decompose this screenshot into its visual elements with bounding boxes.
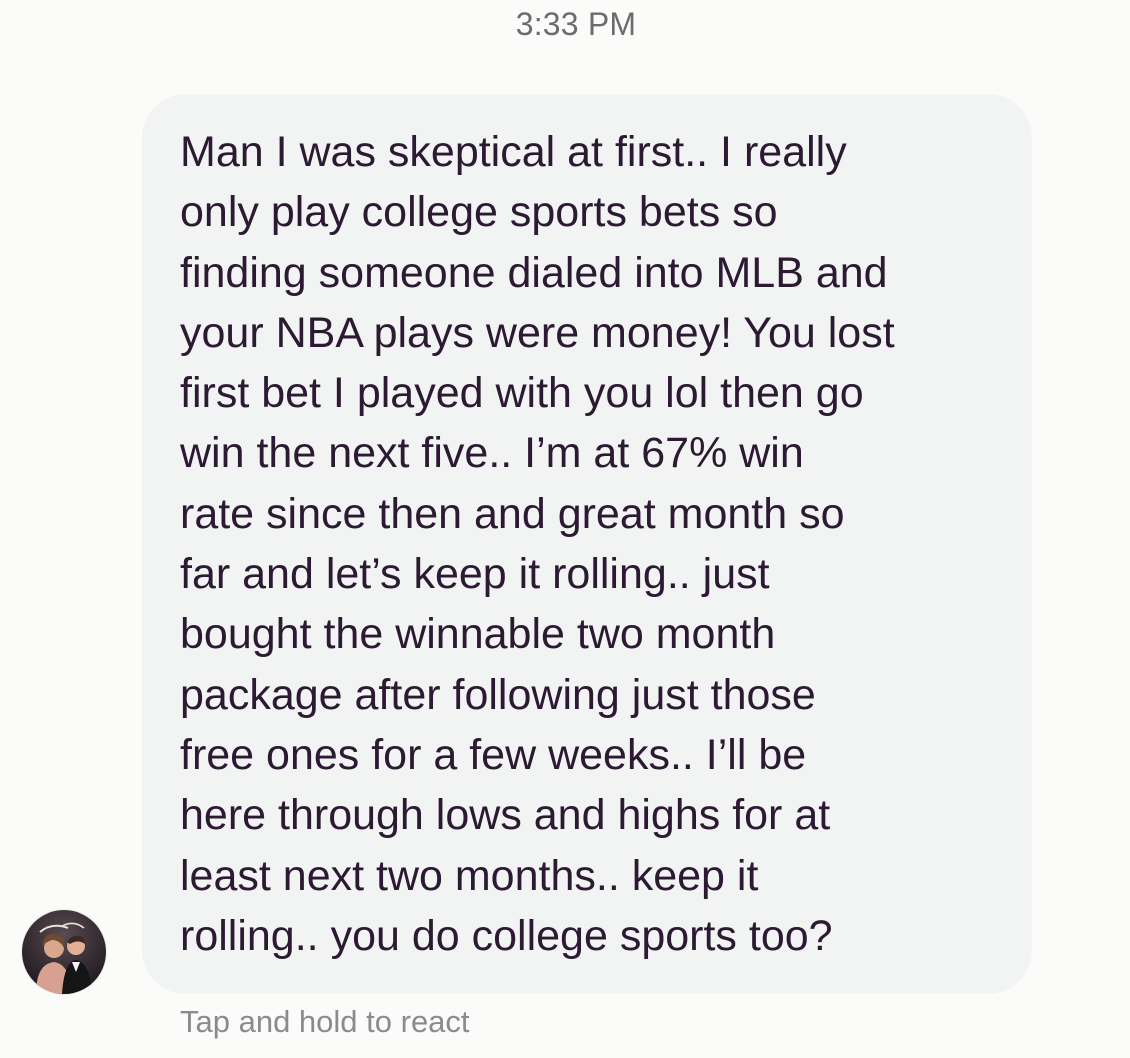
message-text: Man I was skeptical at first.. I really … xyxy=(180,128,895,960)
react-hint: Tap and hold to react xyxy=(180,1004,470,1039)
avatar-photo-icon xyxy=(22,910,106,994)
sender-avatar[interactable] xyxy=(22,910,106,994)
received-message-row: Man I was skeptical at first.. I really … xyxy=(0,0,1130,1058)
message-bubble[interactable]: Man I was skeptical at first.. I really … xyxy=(142,94,1032,994)
